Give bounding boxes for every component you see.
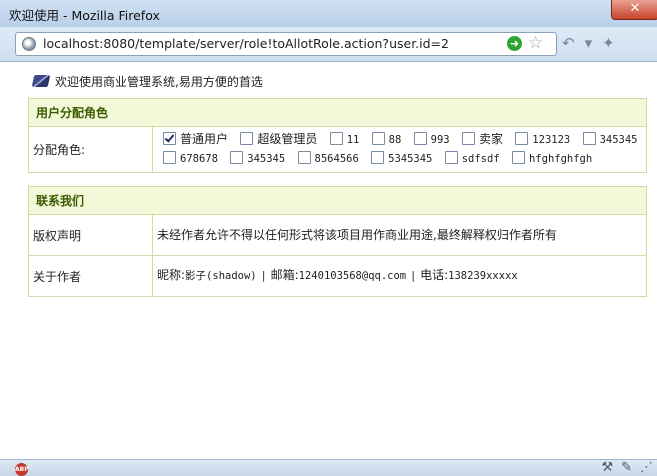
status-tools: ⚒ ✎ ⋰: [593, 460, 653, 475]
role-option[interactable]: 345345: [224, 151, 286, 165]
status-bar: ABP ⚒ ✎ ⋰: [0, 459, 657, 476]
role-checkbox-list: 普通用户 超级管理员 11 88 993 卖家 123123 345345 67…: [152, 126, 647, 173]
role-checkbox[interactable]: [163, 151, 176, 164]
role-section-title: 用户分配角色: [28, 98, 647, 127]
author-email-label: 邮箱:: [270, 268, 299, 282]
role-checkbox[interactable]: [461, 132, 475, 145]
author-info: 昵称:影子(shadow) | 邮箱:1240103568@qq.com | 电…: [152, 255, 647, 297]
role-option-label: hfghfghfgh: [528, 153, 593, 165]
extension-icon[interactable]: ✦: [602, 34, 615, 52]
role-checkbox[interactable]: [163, 132, 176, 145]
role-checkbox[interactable]: [230, 151, 244, 164]
role-checkbox[interactable]: [371, 132, 385, 145]
navigation-toolbar: localhost:8080/template/server/role!toAl…: [0, 27, 657, 61]
role-option[interactable]: hfghfghfgh: [506, 151, 593, 165]
book-icon: [31, 75, 51, 87]
contact-section-header: 联系我们: [28, 186, 647, 215]
role-option-label: 123123: [532, 134, 571, 146]
brush-icon[interactable]: ✎: [621, 460, 632, 475]
role-option-label: sdfsdf: [461, 153, 500, 165]
site-identity-icon[interactable]: [22, 37, 36, 51]
role-option-label: 678678: [180, 153, 218, 165]
role-assign-panel: 用户分配角色 分配角色: 普通用户 超级管理员 11 88 993 卖家 123…: [28, 98, 647, 173]
role-option[interactable]: 8564566: [292, 151, 359, 165]
role-option-label: 88: [388, 134, 402, 146]
author-phone-label: 电话:: [420, 268, 449, 282]
role-option-label: 11: [346, 134, 360, 146]
role-checkbox[interactable]: [413, 132, 427, 145]
role-option-label: 993: [430, 134, 450, 146]
role-option[interactable]: 88: [366, 132, 402, 146]
role-checkbox[interactable]: [240, 132, 254, 145]
separator: |: [409, 270, 417, 282]
role-option[interactable]: 普通用户: [157, 132, 229, 146]
copyright-row: 版权声明 未经作者允许不得以任何形式将该项目用作商业用途,最终解释权归作者所有: [28, 214, 647, 256]
role-checkbox[interactable]: [444, 151, 458, 164]
role-option[interactable]: 123123: [509, 132, 571, 146]
copyright-text: 未经作者允许不得以任何形式将该项目用作商业用途,最终解释权归作者所有: [152, 214, 647, 256]
go-arrow-icon[interactable]: ➜: [507, 36, 522, 51]
welcome-line: 欢迎使用商业管理系统,易用方便的首选: [31, 73, 263, 90]
role-option-label: 8564566: [314, 153, 359, 165]
tools-icon[interactable]: ⚒: [601, 460, 613, 475]
author-phone: 138239xxxxx: [448, 270, 518, 282]
nav-tools: ↶ ▾ ✦: [562, 34, 625, 52]
adblock-icon[interactable]: ABP: [15, 463, 29, 476]
close-window-button[interactable]: ✕: [611, 0, 657, 20]
url-input[interactable]: localhost:8080/template/server/role!toAl…: [43, 36, 449, 51]
role-option[interactable]: 5345345: [365, 151, 433, 165]
role-checkbox[interactable]: [515, 132, 529, 145]
contact-panel: 联系我们 版权声明 未经作者允许不得以任何形式将该项目用作商业用途,最终解释权归…: [28, 186, 647, 297]
role-option[interactable]: 卖家: [456, 132, 503, 146]
role-option-label: 5345345: [388, 153, 433, 165]
welcome-text: 欢迎使用商业管理系统,易用方便的首选: [55, 75, 263, 89]
role-row: 分配角色: 普通用户 超级管理员 11 88 993 卖家 123123 345…: [28, 126, 647, 173]
role-option-label: 345345: [599, 134, 638, 146]
author-email: 1240103568@qq.com: [298, 270, 407, 282]
role-option-label: 345345: [247, 153, 286, 165]
window-title: 欢迎使用 - Mozilla Firefox: [9, 8, 160, 23]
role-option[interactable]: 678678: [157, 151, 218, 165]
role-checkbox[interactable]: [297, 151, 311, 164]
role-option[interactable]: 993: [408, 132, 450, 146]
role-option[interactable]: 超级管理员: [234, 132, 318, 146]
copyright-label: 版权声明: [28, 214, 153, 256]
role-option[interactable]: sdfsdf: [439, 151, 500, 165]
back-forward-icon[interactable]: ↶: [562, 34, 575, 52]
author-row: 关于作者 昵称:影子(shadow) | 邮箱:1240103568@qq.co…: [28, 255, 647, 297]
role-option-label: 普通用户: [180, 132, 229, 146]
role-checkbox[interactable]: [329, 132, 343, 145]
role-checkbox[interactable]: [582, 132, 596, 145]
contact-section-title: 联系我们: [28, 186, 647, 215]
url-bar[interactable]: localhost:8080/template/server/role!toAl…: [15, 32, 557, 56]
role-option-label: 卖家: [478, 132, 503, 146]
resize-grip-icon: ⋰: [640, 460, 653, 475]
dropdown-icon[interactable]: ▾: [585, 34, 593, 52]
role-label: 分配角色:: [28, 126, 153, 173]
author-label: 关于作者: [28, 255, 153, 297]
author-nick: 影子(shadow): [185, 270, 257, 282]
role-checkbox[interactable]: [511, 151, 525, 164]
window-titlebar: 欢迎使用 - Mozilla Firefox ✕: [0, 0, 657, 27]
separator: |: [260, 270, 267, 282]
role-section-header: 用户分配角色: [28, 98, 647, 127]
role-option[interactable]: 345345: [577, 132, 638, 146]
role-option[interactable]: 11: [324, 132, 360, 146]
role-option-label: 超级管理员: [257, 132, 318, 146]
page-content: 欢迎使用商业管理系统,易用方便的首选 用户分配角色 分配角色: 普通用户 超级管…: [0, 61, 657, 460]
author-nick-label: 昵称:: [157, 268, 186, 282]
role-checkbox[interactable]: [371, 151, 385, 164]
bookmark-star-icon[interactable]: ☆: [528, 33, 543, 53]
